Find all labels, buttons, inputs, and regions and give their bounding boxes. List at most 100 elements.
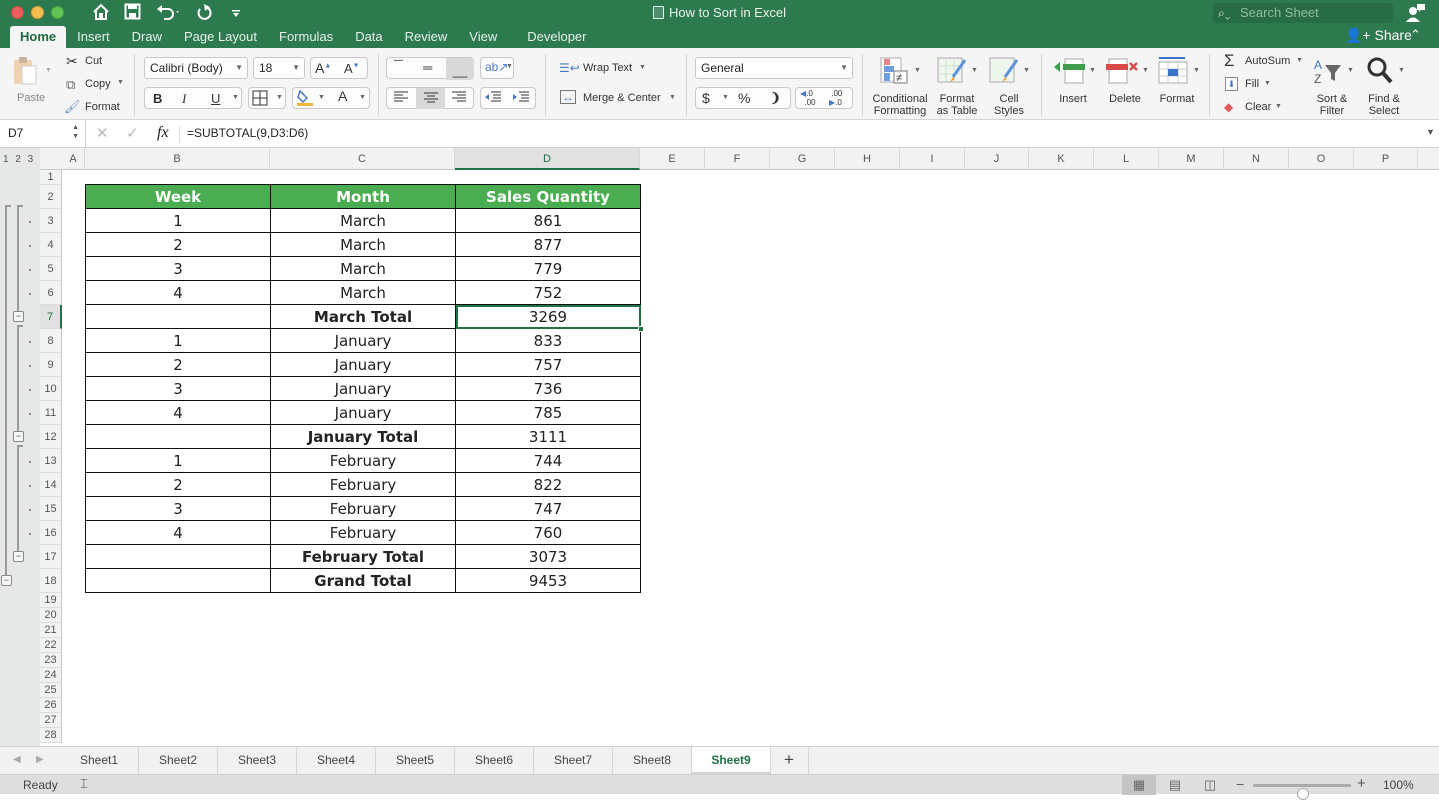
cell-qty[interactable]: 3269 bbox=[455, 304, 644, 332]
cut-button[interactable]: Cut bbox=[85, 55, 102, 67]
cell-week[interactable]: 1 bbox=[85, 328, 271, 353]
insert-function-button[interactable]: fx bbox=[157, 124, 169, 142]
row-header-20[interactable]: 20 bbox=[40, 608, 62, 623]
column-header-o[interactable]: O bbox=[1289, 148, 1354, 170]
borders-dropdown-icon[interactable]: ▼ bbox=[276, 94, 283, 101]
align-left-button[interactable] bbox=[393, 90, 409, 107]
tab-formulas[interactable]: Formulas bbox=[268, 26, 344, 48]
row-header-8[interactable]: 8 bbox=[40, 329, 62, 353]
cell-qty[interactable]: 822 bbox=[455, 472, 641, 497]
sort-filter-button[interactable]: Sort & Filter bbox=[1310, 93, 1354, 117]
cell-month[interactable]: March bbox=[270, 256, 456, 281]
cell-week[interactable]: 1 bbox=[85, 448, 271, 473]
column-header-c[interactable]: C bbox=[270, 148, 455, 170]
format-painter-button[interactable]: Format bbox=[85, 101, 120, 113]
cell-week[interactable] bbox=[85, 304, 271, 329]
cell-month[interactable]: February bbox=[270, 496, 456, 521]
row-header-17[interactable]: 17 bbox=[40, 545, 62, 569]
add-sheet-button[interactable]: + bbox=[770, 747, 809, 774]
sheet-tab-sheet2[interactable]: Sheet2 bbox=[139, 747, 218, 774]
cell-week[interactable]: 2 bbox=[85, 472, 271, 497]
cell-month[interactable]: February bbox=[270, 520, 456, 545]
row-header-11[interactable]: 11 bbox=[40, 401, 62, 425]
cell-qty[interactable]: 833 bbox=[455, 328, 641, 353]
copy-dropdown-icon[interactable]: ▼ bbox=[117, 79, 124, 86]
cell-week[interactable] bbox=[85, 544, 271, 569]
fill-color-dropdown-icon[interactable]: ▼ bbox=[318, 94, 325, 101]
column-header-p[interactable]: P bbox=[1354, 148, 1418, 170]
column-header-a[interactable]: A bbox=[62, 148, 85, 170]
tab-insert[interactable]: Insert bbox=[66, 26, 121, 48]
align-bottom-button[interactable]: __ bbox=[446, 58, 474, 80]
cancel-icon[interactable]: ✕ bbox=[96, 124, 109, 142]
header-month[interactable]: Month bbox=[270, 184, 456, 209]
row-header-24[interactable]: 24 bbox=[40, 668, 62, 683]
row-header-18[interactable]: 18 bbox=[40, 569, 62, 593]
cell-month[interactable]: March Total bbox=[270, 304, 456, 329]
autosum-button[interactable]: AutoSum bbox=[1245, 55, 1290, 67]
cell-qty[interactable]: 3111 bbox=[455, 424, 641, 449]
insert-cells-dropdown-icon[interactable]: ▼ bbox=[1089, 67, 1096, 74]
cell-week[interactable]: 3 bbox=[85, 376, 271, 401]
fill-handle[interactable] bbox=[638, 326, 644, 332]
cell-qty[interactable]: 3073 bbox=[455, 544, 641, 569]
collapse-group-button[interactable]: − bbox=[13, 311, 24, 322]
sheet-tab-sheet9[interactable]: Sheet9 bbox=[692, 747, 771, 774]
row-header-10[interactable]: 10 bbox=[40, 377, 62, 401]
decrease-decimal-button[interactable]: .00 ▶.0 bbox=[829, 89, 842, 107]
format-as-table-button[interactable]: Format as Table bbox=[932, 93, 982, 117]
cell-month[interactable]: January bbox=[270, 376, 456, 401]
row-header-13[interactable]: 13 bbox=[40, 449, 62, 473]
cell-week[interactable] bbox=[85, 568, 271, 593]
column-header-i[interactable]: I bbox=[900, 148, 965, 170]
sheet-tab-sheet5[interactable]: Sheet5 bbox=[376, 747, 455, 774]
align-center-button[interactable] bbox=[416, 88, 445, 109]
tab-developer[interactable]: Developer bbox=[516, 26, 597, 48]
wrap-text-button[interactable]: Wrap Text bbox=[583, 62, 632, 74]
sheet-tab-sheet6[interactable]: Sheet6 bbox=[455, 747, 534, 774]
search-sheet-input[interactable]: ⌕⌄ Search Sheet bbox=[1213, 3, 1393, 23]
column-header-l[interactable]: L bbox=[1094, 148, 1159, 170]
cell-month[interactable]: February bbox=[270, 472, 456, 497]
format-cells-button[interactable]: Format bbox=[1156, 93, 1198, 105]
cell-qty[interactable]: 752 bbox=[455, 280, 641, 305]
copy-button[interactable]: Copy bbox=[85, 78, 111, 90]
tab-data[interactable]: Data bbox=[344, 26, 393, 48]
align-middle-button[interactable]: ═ bbox=[423, 60, 432, 75]
sheet-tab-sheet3[interactable]: Sheet3 bbox=[218, 747, 297, 774]
row-header-23[interactable]: 23 bbox=[40, 653, 62, 668]
font-color-button[interactable]: A bbox=[338, 88, 347, 104]
currency-dropdown-icon[interactable]: ▼ bbox=[722, 94, 729, 101]
bold-button[interactable]: B bbox=[153, 91, 162, 106]
account-icon[interactable] bbox=[1406, 3, 1426, 28]
cell-month[interactable]: Grand Total bbox=[270, 568, 456, 593]
paste-dropdown-icon[interactable]: ▼ bbox=[45, 67, 52, 74]
column-header-h[interactable]: H bbox=[835, 148, 900, 170]
cell-styles-button[interactable]: Cell Styles bbox=[988, 93, 1030, 117]
delete-cells-button[interactable]: Delete bbox=[1106, 93, 1144, 105]
cell-qty[interactable]: 744 bbox=[455, 448, 641, 473]
tab-home[interactable]: Home bbox=[10, 26, 67, 48]
wrap-text-dropdown-icon[interactable]: ▼ bbox=[639, 64, 646, 71]
row-header-5[interactable]: 5 bbox=[40, 257, 62, 281]
increase-indent-button[interactable] bbox=[512, 90, 530, 107]
cell-month[interactable]: February Total bbox=[270, 544, 456, 569]
cell-month[interactable]: February bbox=[270, 448, 456, 473]
check-icon[interactable]: ✓ bbox=[126, 124, 139, 142]
zoom-out-button[interactable]: − bbox=[1236, 776, 1244, 792]
cell-qty[interactable]: 736 bbox=[455, 376, 641, 401]
column-header-e[interactable]: E bbox=[640, 148, 705, 170]
cell-week[interactable]: 3 bbox=[85, 496, 271, 521]
normal-view-button[interactable]: ▦ bbox=[1122, 775, 1156, 795]
format-as-table-dropdown-icon[interactable]: ▼ bbox=[971, 67, 978, 74]
row-header-27[interactable]: 27 bbox=[40, 713, 62, 728]
row-header-7[interactable]: 7 bbox=[40, 305, 62, 329]
cell-month[interactable]: March bbox=[270, 232, 456, 257]
cell-qty[interactable]: 9453 bbox=[455, 568, 641, 593]
paste-icon[interactable] bbox=[12, 56, 40, 86]
cell-month[interactable]: January bbox=[270, 400, 456, 425]
tab-page-layout[interactable]: Page Layout bbox=[173, 26, 268, 48]
column-header-m[interactable]: M bbox=[1159, 148, 1224, 170]
cell-qty[interactable]: 861 bbox=[455, 208, 641, 233]
cell-week[interactable]: 4 bbox=[85, 400, 271, 425]
